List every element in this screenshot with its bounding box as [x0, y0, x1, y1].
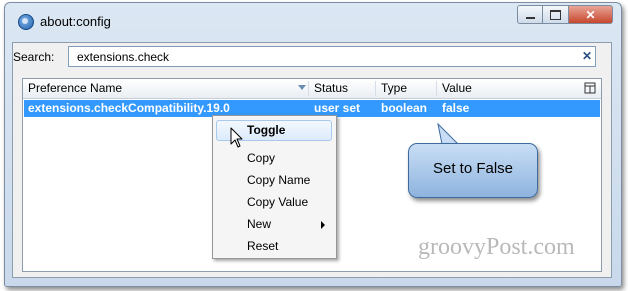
title-bar[interactable]: about:config ✕	[5, 3, 621, 43]
menu-item-copy[interactable]: Copy	[216, 148, 332, 169]
close-button[interactable]: ✕	[569, 5, 613, 24]
cell-preference-name: extensions.checkCompatibility.19.0	[28, 101, 230, 115]
minimize-icon	[525, 16, 535, 19]
caption-buttons: ✕	[517, 5, 613, 25]
menu-item-copy-value[interactable]: Copy Value	[216, 192, 332, 213]
column-header-type[interactable]: Type	[381, 81, 407, 95]
watermark: groovyPost.com	[418, 234, 575, 260]
sort-arrow-icon	[298, 85, 306, 90]
callout-text: Set to False	[432, 160, 514, 177]
maximize-button[interactable]	[543, 5, 569, 24]
column-header-value[interactable]: Value	[442, 81, 472, 95]
column-divider[interactable]	[436, 81, 437, 96]
close-icon: ✕	[585, 7, 596, 22]
window-title: about:config	[40, 14, 111, 29]
cell-type: boolean	[381, 101, 428, 115]
column-header-status[interactable]: Status	[314, 81, 348, 95]
clear-search-icon[interactable]: ✕	[582, 49, 592, 63]
column-divider[interactable]	[308, 81, 309, 96]
search-label: Search:	[13, 50, 55, 64]
column-picker-icon[interactable]	[584, 82, 596, 94]
column-header-preference-name[interactable]: Preference Name	[28, 81, 122, 95]
minimize-button[interactable]	[517, 5, 543, 24]
menu-item-copy-name[interactable]: Copy Name	[216, 170, 332, 191]
submenu-arrow-icon	[321, 221, 325, 229]
maximize-icon	[550, 9, 561, 20]
search-input[interactable]	[68, 46, 596, 67]
menu-item-new[interactable]: New	[216, 214, 332, 235]
menu-item-reset[interactable]: Reset	[216, 236, 332, 257]
annotation-callout: Set to False	[408, 143, 538, 198]
column-divider[interactable]	[375, 81, 376, 96]
cell-status: user set	[314, 101, 361, 115]
cell-value: false	[442, 101, 470, 115]
app-icon[interactable]	[18, 14, 34, 30]
table-header: Preference Name Status Type Value	[23, 79, 601, 99]
mouse-cursor-icon	[230, 127, 243, 148]
